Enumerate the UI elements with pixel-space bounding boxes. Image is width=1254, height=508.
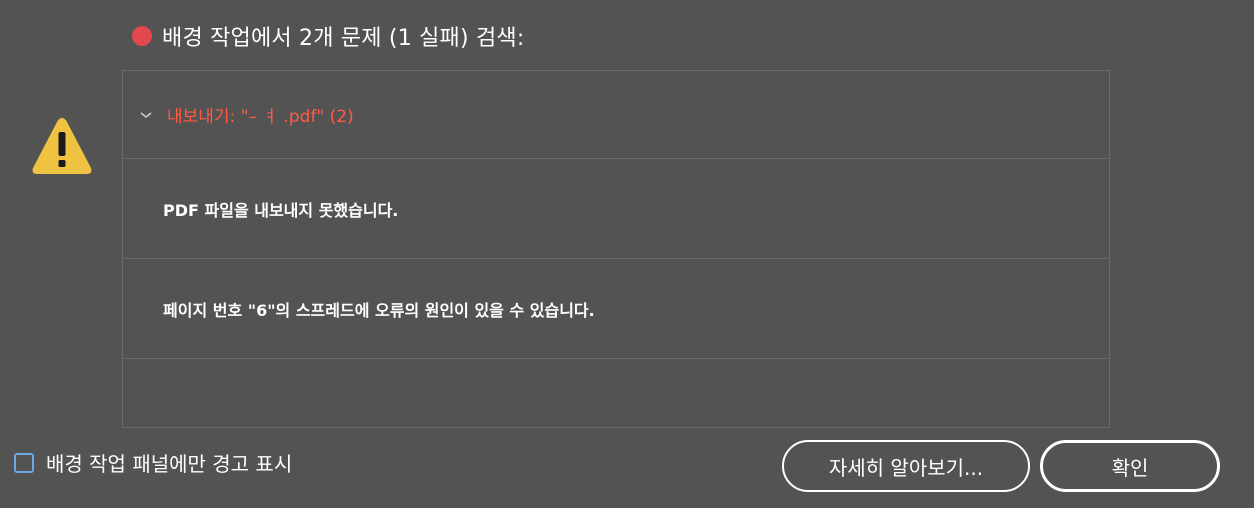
list-item: PDF 파일을 내보내지 못했습니다. bbox=[123, 159, 1109, 259]
list-empty-row bbox=[123, 359, 1109, 427]
export-group-label: 내보내기: "– ㅕ .pdf" (2) bbox=[167, 107, 354, 127]
list-item: 페이지 번호 "6"의 스프레드에 오류의 원인이 있을 수 있습니다. bbox=[123, 259, 1109, 359]
problems-list-panel: 내보내기: "– ㅕ .pdf" (2) PDF 파일을 내보내지 못했습니다.… bbox=[122, 70, 1110, 428]
warning-triangle-icon bbox=[32, 118, 92, 174]
learn-more-button[interactable]: 자세히 알아보기... bbox=[782, 440, 1030, 492]
panel-only-warning-label[interactable]: 배경 작업 패널에만 경고 표시 bbox=[46, 448, 292, 477]
export-group-row[interactable]: 내보내기: "– ㅕ .pdf" (2) bbox=[123, 71, 1109, 159]
panel-only-warning-checkbox[interactable] bbox=[14, 452, 34, 473]
dialog-title: 배경 작업에서 2개 문제 (1 실패) 검색: bbox=[162, 26, 525, 51]
ok-button[interactable]: 확인 bbox=[1040, 440, 1220, 492]
background-tasks-dialog: 배경 작업에서 2개 문제 (1 실패) 검색: 내보내기: "– ㅕ .pdf… bbox=[0, 0, 1254, 508]
error-status-dot bbox=[132, 26, 152, 46]
chevron-down-icon[interactable] bbox=[137, 106, 155, 124]
dialog-header: 배경 작업에서 2개 문제 (1 실패) 검색: bbox=[132, 20, 524, 52]
panel-only-warning-option[interactable]: 배경 작업 패널에만 경고 표시 bbox=[14, 448, 292, 477]
